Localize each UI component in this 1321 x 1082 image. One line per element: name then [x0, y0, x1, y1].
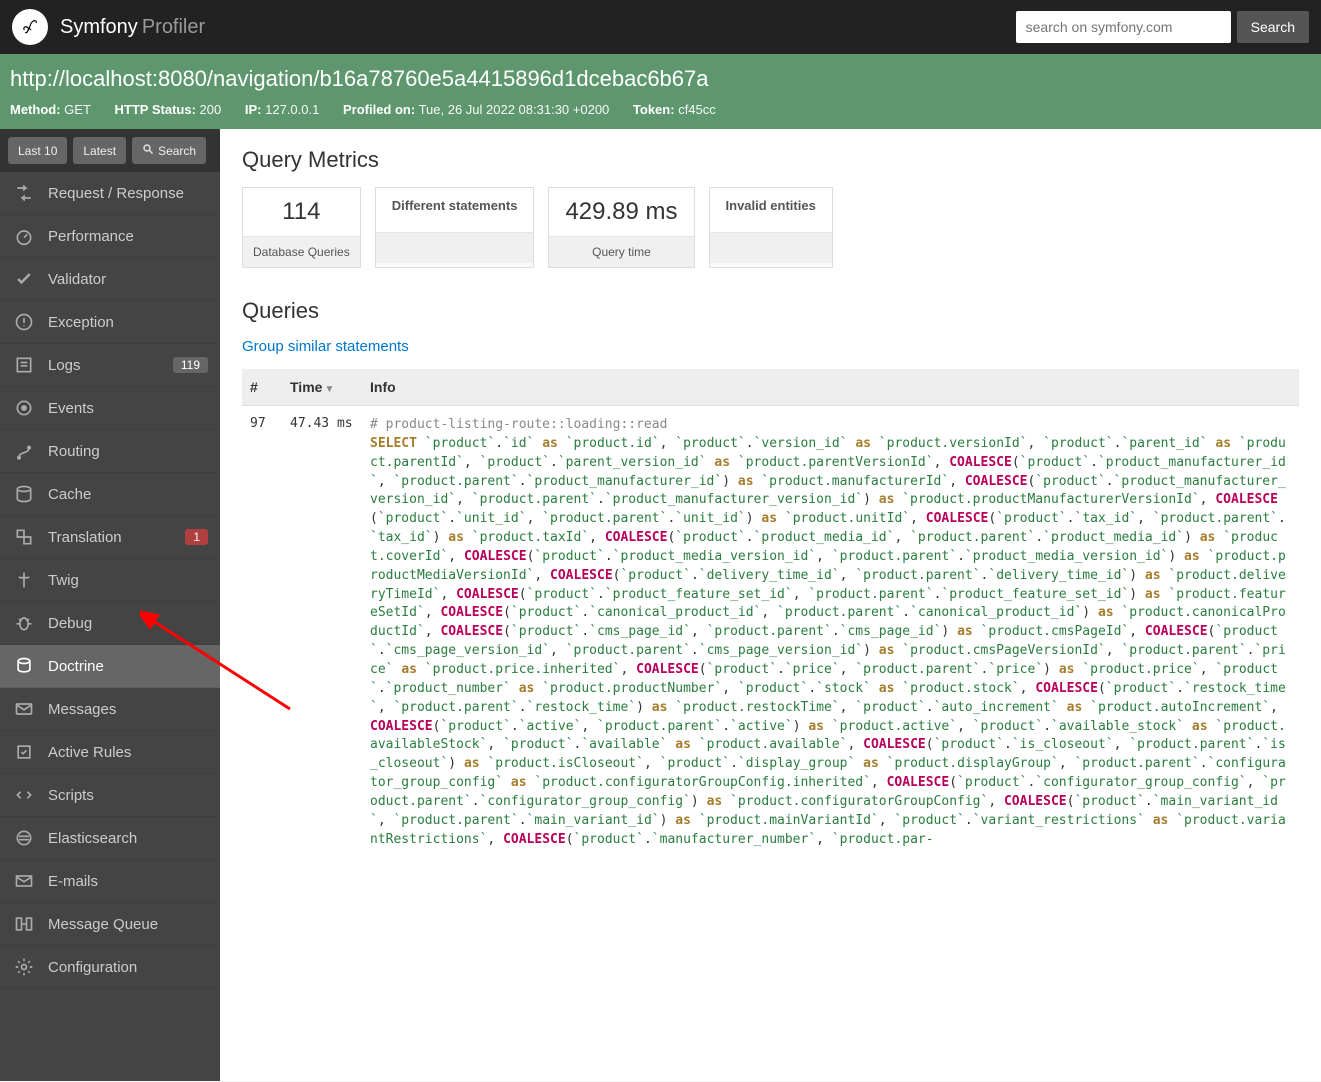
sidebar-item-message-queue[interactable]: Message Queue [0, 903, 220, 946]
main-content: Query Metrics 114 Database Queries Diffe… [220, 129, 1321, 1081]
sidebar-item-emails[interactable]: E-mails [0, 860, 220, 903]
metric-database-queries: 114 Database Queries [242, 187, 361, 268]
sidebar-shortcuts: Last 10 Latest Search [0, 129, 220, 172]
sidebar-item-debug[interactable]: Debug [0, 602, 220, 645]
sidebar-item-elasticsearch[interactable]: Elasticsearch [0, 817, 220, 860]
logs-icon [12, 355, 36, 375]
emails-icon [12, 871, 36, 891]
sidebar-item-routing[interactable]: Routing [0, 430, 220, 473]
elasticsearch-icon [12, 828, 36, 848]
sidebar-item-scripts[interactable]: Scripts [0, 774, 220, 817]
last-10-button[interactable]: Last 10 [8, 137, 67, 164]
message-queue-icon [12, 914, 36, 934]
col-time[interactable]: Time▼ [282, 369, 362, 406]
query-info: # product-listing-route::loading::read S… [362, 406, 1299, 860]
debug-icon [12, 613, 36, 633]
sidebar-item-doctrine[interactable]: Doctrine [0, 645, 220, 688]
twig-icon [12, 570, 36, 590]
sidebar-item-label: Cache [48, 486, 208, 503]
sidebar-badge: 1 [185, 529, 208, 545]
latest-button[interactable]: Latest [73, 137, 126, 164]
sidebar-item-active-rules[interactable]: Active Rules [0, 731, 220, 774]
sidebar-item-label: Active Rules [48, 744, 208, 761]
sidebar-item-label: Logs [48, 357, 161, 374]
scripts-icon [12, 785, 36, 805]
col-info[interactable]: Info [362, 369, 1299, 406]
sidebar-item-label: E-mails [48, 873, 208, 890]
brand-title: SymfonyProfiler [60, 16, 205, 39]
sidebar-item-label: Configuration [48, 959, 208, 976]
query-number: 97 [242, 406, 282, 860]
validator-icon [12, 269, 36, 289]
topbar: SymfonyProfiler Search [0, 0, 1321, 54]
sidebar-badge: 119 [173, 357, 208, 373]
exception-icon [12, 312, 36, 332]
sidebar-item-label: Request / Response [48, 185, 208, 202]
sidebar-item-exception[interactable]: Exception [0, 301, 220, 344]
active-rules-icon [12, 742, 36, 762]
sidebar-item-configuration[interactable]: Configuration [0, 946, 220, 989]
translation-icon [12, 527, 36, 547]
sidebar-item-twig[interactable]: Twig [0, 559, 220, 602]
search-button[interactable]: Search [1237, 11, 1309, 43]
group-similar-link[interactable]: Group similar statements [242, 338, 409, 355]
request-icon [12, 183, 36, 203]
query-metrics-heading: Query Metrics [242, 147, 1299, 173]
sidebar-item-translation[interactable]: Translation 1 [0, 516, 220, 559]
configuration-icon [12, 957, 36, 977]
doctrine-icon [12, 656, 36, 676]
sidebar-item-label: Validator [48, 271, 208, 288]
summary-meta: Method: GET HTTP Status: 200 IP: 127.0.0… [10, 102, 1311, 117]
metrics-row: 114 Database Queries Different statement… [242, 187, 1299, 268]
sidebar-item-label: Performance [48, 228, 208, 245]
sidebar-item-label: Routing [48, 443, 208, 460]
sidebar-item-label: Twig [48, 572, 208, 589]
sidebar-item-label: Messages [48, 701, 208, 718]
sidebar-item-label: Scripts [48, 787, 208, 804]
sidebar-search-button[interactable]: Search [132, 137, 206, 164]
sidebar-item-performance[interactable]: Performance [0, 215, 220, 258]
sidebar-item-label: Elasticsearch [48, 830, 208, 847]
metric-query-time: 429.89 ms Query time [548, 187, 694, 268]
summary-bar: http://localhost:8080/navigation/b16a787… [0, 54, 1321, 129]
sidebar-item-cache[interactable]: Cache [0, 473, 220, 516]
search-input[interactable] [1016, 11, 1231, 43]
sidebar: Last 10 Latest Search Request / Response… [0, 129, 220, 1081]
symfony-logo [12, 9, 48, 45]
search-icon [142, 143, 154, 158]
cache-icon [12, 484, 36, 504]
sidebar-item-messages[interactable]: Messages [0, 688, 220, 731]
sidebar-item-label: Debug [48, 615, 208, 632]
sidebar-item-validator[interactable]: Validator [0, 258, 220, 301]
sidebar-item-label: Events [48, 400, 208, 417]
metric-different-statements: Different statements [375, 187, 535, 268]
profiled-url: http://localhost:8080/navigation/b16a787… [10, 66, 1311, 92]
sidebar-item-label: Doctrine [48, 658, 208, 675]
col-number[interactable]: # [242, 369, 282, 406]
query-row: 97 47.43 ms # product-listing-route::loa… [242, 406, 1299, 860]
sidebar-item-label: Exception [48, 314, 208, 331]
sidebar-item-label: Translation [48, 529, 173, 546]
events-icon [12, 398, 36, 418]
sort-desc-icon: ▼ [324, 384, 334, 395]
queries-heading: Queries [242, 298, 1299, 324]
messages-icon [12, 699, 36, 719]
routing-icon [12, 441, 36, 461]
sidebar-item-events[interactable]: Events [0, 387, 220, 430]
queries-table: # Time▼ Info 97 47.43 ms # product-listi… [242, 369, 1299, 859]
sidebar-item-request[interactable]: Request / Response [0, 172, 220, 215]
metric-invalid-entities: Invalid entities [709, 187, 833, 268]
performance-icon [12, 226, 36, 246]
sidebar-item-logs[interactable]: Logs 119 [0, 344, 220, 387]
sidebar-item-label: Message Queue [48, 916, 208, 933]
query-time: 47.43 ms [282, 406, 362, 860]
